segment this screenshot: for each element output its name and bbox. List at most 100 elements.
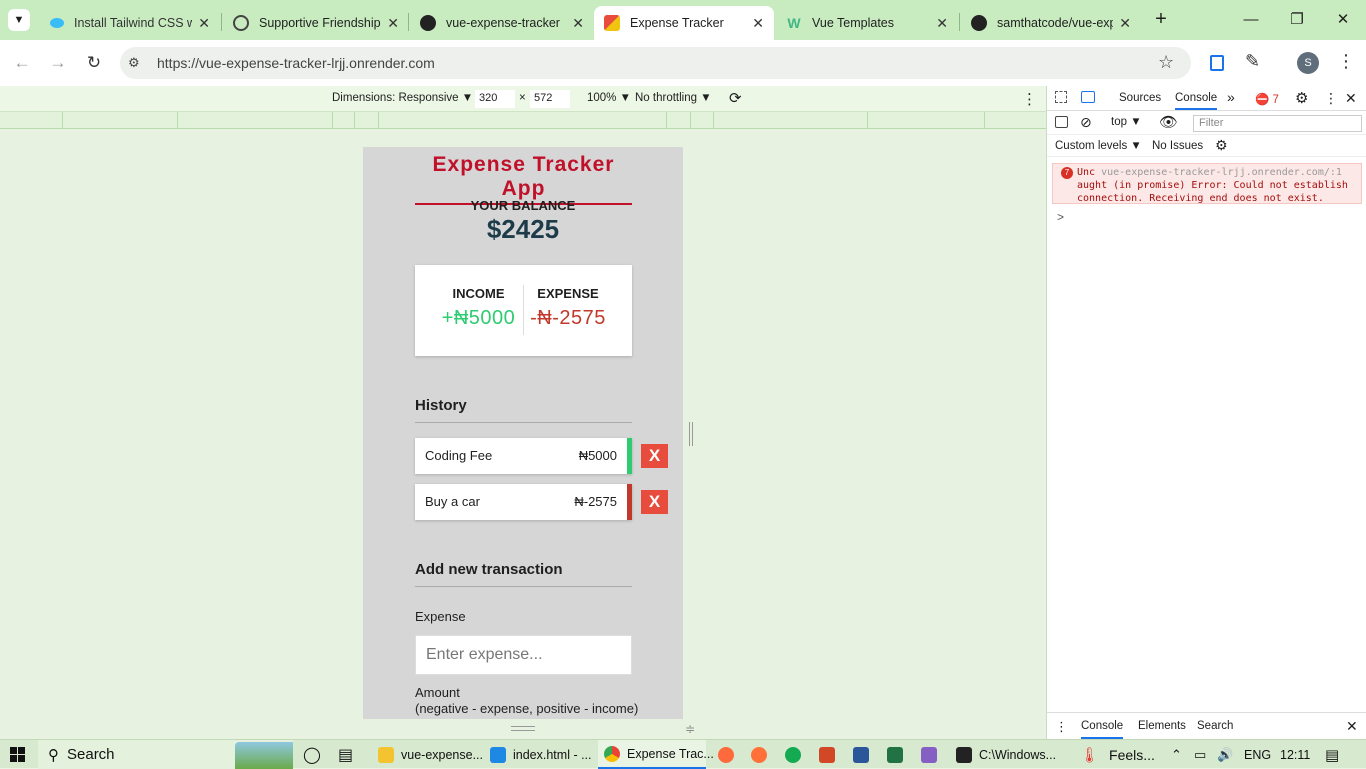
- console-prompt[interactable]: >: [1057, 210, 1064, 224]
- tab-vue-templates[interactable]: W Vue Templates ✕: [776, 6, 958, 40]
- live-expression-eye-icon[interactable]: 👁: [1159, 113, 1178, 131]
- delete-transaction-button[interactable]: X: [641, 490, 668, 514]
- tab-console[interactable]: Console: [1175, 92, 1218, 110]
- dimension-separator: ×: [519, 92, 526, 104]
- console-filter-input[interactable]: Filter: [1193, 115, 1362, 132]
- restore-button[interactable]: ❐: [1282, 8, 1312, 32]
- vscode-icon: [490, 746, 506, 763]
- issues-counter[interactable]: No Issues: [1152, 140, 1203, 152]
- extensions-icon[interactable]: ✎: [1245, 51, 1260, 72]
- zoom-select[interactable]: 100% ▼: [587, 92, 631, 104]
- search-highlight-image: [235, 742, 293, 769]
- close-icon[interactable]: ✕: [936, 15, 948, 32]
- drawer-tab-search[interactable]: Search: [1197, 720, 1233, 732]
- taskbar-app-cmd[interactable]: C:\Windows...: [952, 740, 1062, 769]
- reload-button[interactable]: ↻: [83, 52, 105, 74]
- tab-vue-expense-tracker[interactable]: vue-expense-tracker ✕: [410, 6, 594, 40]
- windows-logo-icon: [10, 747, 25, 762]
- taskbar-word-icon[interactable]: [853, 740, 876, 769]
- transaction-name: Buy a car: [425, 494, 480, 509]
- new-tab-button[interactable]: +: [1150, 8, 1172, 32]
- taskbar-powerpoint-icon[interactable]: [819, 740, 842, 769]
- error-badge-icon: 7: [1061, 167, 1073, 179]
- expense-label: EXPENSE: [537, 286, 599, 301]
- close-icon[interactable]: ✕: [752, 15, 764, 32]
- inspect-icon[interactable]: [1055, 91, 1067, 103]
- close-icon[interactable]: ✕: [198, 15, 210, 32]
- back-button[interactable]: ←: [11, 52, 33, 74]
- drawer-close-icon[interactable]: ✕: [1346, 718, 1358, 735]
- taskbar-search[interactable]: ⚲ Search: [38, 740, 293, 769]
- close-icon[interactable]: ✕: [572, 15, 584, 32]
- taskbar-excel-icon[interactable]: [887, 740, 910, 769]
- resize-handle-right[interactable]: [689, 422, 693, 446]
- avatar[interactable]: S: [1297, 52, 1319, 74]
- resize-handle-bottom[interactable]: [511, 726, 535, 731]
- taskbar-firefox-icon[interactable]: [751, 740, 774, 769]
- drawer-tab-elements[interactable]: Elements: [1138, 720, 1186, 732]
- reading-mode-icon[interactable]: [1210, 55, 1224, 71]
- log-levels-select[interactable]: Custom levels ▼: [1055, 140, 1142, 152]
- drawer-menu-icon[interactable]: ⋮: [1055, 719, 1068, 735]
- delete-transaction-button[interactable]: X: [641, 444, 668, 468]
- search-icon: ⚲: [48, 746, 59, 764]
- more-tabs-icon[interactable]: »: [1227, 89, 1235, 105]
- tab-install-tailwind[interactable]: Install Tailwind CSS wi ✕: [40, 6, 220, 40]
- device-more-icon[interactable]: ⋮: [1022, 90, 1037, 108]
- console-settings-icon[interactable]: ⚙: [1215, 137, 1228, 154]
- task-view-icon[interactable]: ◯: [303, 740, 321, 769]
- transaction-amount: ₦-2575: [574, 494, 617, 509]
- taskbar-app-explorer[interactable]: vue-expense...: [372, 740, 483, 769]
- tab-expense-tracker[interactable]: Expense Tracker ✕: [594, 6, 774, 40]
- taskbar-mongodb-icon[interactable]: [785, 740, 808, 769]
- battery-icon[interactable]: ▭: [1194, 740, 1206, 769]
- device-toggle-icon[interactable]: [1081, 91, 1095, 103]
- site-info-icon[interactable]: ⚙: [128, 55, 140, 71]
- height-input[interactable]: 572: [530, 90, 570, 108]
- volume-icon[interactable]: 🔊: [1217, 740, 1233, 769]
- window-close-button[interactable]: ✕: [1328, 8, 1358, 32]
- browser-menu-icon[interactable]: ⋮: [1337, 51, 1355, 72]
- expense-input[interactable]: [415, 635, 632, 675]
- minimize-button[interactable]: —: [1236, 8, 1266, 32]
- dimensions-select[interactable]: Dimensions: Responsive ▼: [332, 92, 473, 104]
- bookmark-star-icon[interactable]: ☆: [1158, 52, 1174, 73]
- transaction-item: Buy a car ₦-2575: [415, 484, 632, 520]
- start-button[interactable]: [10, 740, 25, 769]
- console-error-message[interactable]: 7 Unc vue-expense-tracker-lrjj.onrender.…: [1052, 163, 1362, 204]
- taskbar-brave-icon[interactable]: [718, 740, 741, 769]
- taskbar-app-chrome[interactable]: Expense Trac...: [598, 740, 714, 769]
- devtools-menu-icon[interactable]: ⋮: [1324, 90, 1338, 107]
- error-count-badge[interactable]: ⛔ 7: [1255, 92, 1279, 106]
- language-indicator[interactable]: ENG: [1244, 740, 1271, 769]
- widgets-icon[interactable]: ▤: [338, 740, 353, 769]
- close-icon[interactable]: ✕: [1119, 15, 1131, 32]
- tab-sources[interactable]: Sources: [1119, 92, 1161, 104]
- context-select[interactable]: top ▼: [1111, 116, 1142, 128]
- sidebar-toggle-icon[interactable]: [1055, 116, 1068, 128]
- devtools-close-icon[interactable]: ✕: [1345, 90, 1357, 107]
- tab-github[interactable]: samthatcode/vue-exp ✕: [961, 6, 1141, 40]
- throttling-select[interactable]: No throttling ▼: [635, 92, 712, 104]
- history-heading: History: [415, 397, 632, 423]
- balance-label: YOUR BALANCE: [470, 198, 576, 213]
- taskbar-visualstudio-icon[interactable]: [921, 740, 944, 769]
- error-source-link[interactable]: vue-expense-tracker-lrjj.onrender.com/:1: [1101, 167, 1342, 178]
- resize-handle-corner[interactable]: ≑: [685, 722, 695, 736]
- chevron-up-icon[interactable]: ⌃: [1171, 740, 1182, 769]
- tab-search-button[interactable]: ▼: [8, 9, 30, 31]
- close-icon[interactable]: ✕: [387, 15, 399, 32]
- clear-console-icon[interactable]: ⊘: [1080, 114, 1092, 131]
- forward-button[interactable]: →: [47, 52, 69, 74]
- width-input[interactable]: 320: [475, 90, 515, 108]
- drawer-tab-console[interactable]: Console: [1081, 720, 1124, 739]
- tab-supportive-friendship[interactable]: Supportive Friendship ✕: [223, 6, 409, 40]
- url-text[interactable]: https://vue-expense-tracker-lrjj.onrende…: [157, 55, 435, 71]
- rotate-icon[interactable]: ⟳: [729, 89, 742, 107]
- notifications-icon[interactable]: ▤: [1325, 740, 1339, 769]
- clock[interactable]: 12:11: [1280, 740, 1310, 769]
- weather-widget[interactable]: 🌡 Feels...: [1080, 740, 1155, 769]
- taskbar-app-vscode[interactable]: index.html - ...: [484, 740, 592, 769]
- settings-gear-icon[interactable]: ⚙: [1295, 89, 1308, 107]
- devtools-drawer-tabs: ⋮ Console Elements Search ✕: [1047, 712, 1366, 739]
